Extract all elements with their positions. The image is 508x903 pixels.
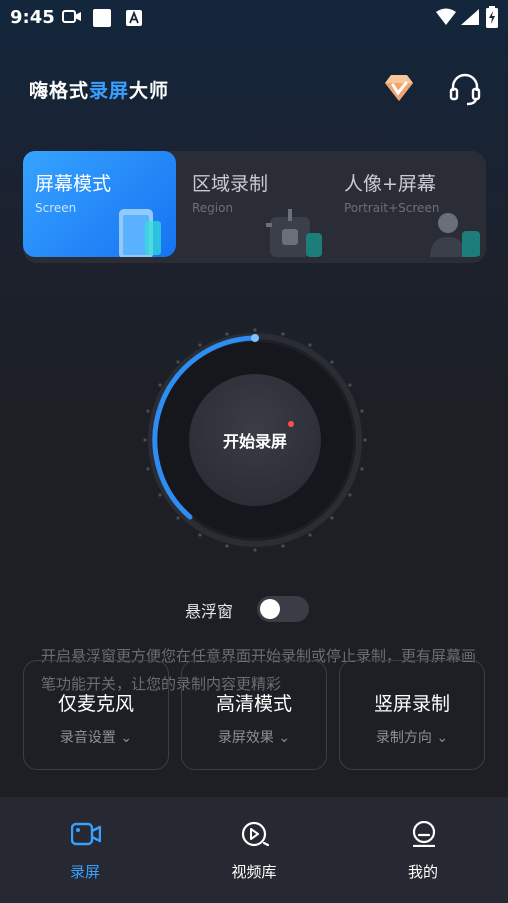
record-label: 开始录屏	[222, 432, 287, 451]
option-subtitle: 录制方向 ⌄	[375, 730, 449, 746]
nav-label: 视频库	[231, 863, 277, 881]
nav-label: 录屏	[69, 863, 100, 881]
chevron-down-icon: ⌄	[278, 730, 291, 746]
status-time: 9:45	[10, 7, 55, 28]
mode-portrait-screen[interactable]: 人像+屏幕 Portrait+Screen	[332, 151, 486, 257]
signal-icon	[461, 9, 479, 25]
mode-subtitle: Region	[192, 201, 234, 215]
floating-window-toggle[interactable]	[257, 596, 309, 622]
status-bar: 9:45	[0, 0, 508, 34]
bottom-nav: 录屏 视频库 我的	[0, 797, 508, 903]
floating-window-label: 悬浮窗	[185, 602, 234, 621]
mode-title: 人像+屏幕	[344, 173, 436, 195]
option-title: 高清模式	[215, 693, 292, 715]
orientation-option[interactable]: 竖屏录制 录制方向 ⌄	[339, 660, 485, 770]
option-subtitle: 录音设置 ⌄	[59, 730, 133, 746]
record-dot	[288, 421, 294, 427]
chevron-down-icon: ⌄	[120, 730, 133, 746]
square-icon	[93, 9, 111, 27]
region-icon	[266, 209, 322, 257]
toggle-knob	[260, 599, 280, 619]
option-title: 仅麦克风	[57, 693, 134, 715]
quality-option[interactable]: 高清模式 录屏效果 ⌄	[181, 660, 327, 770]
nav-record[interactable]: 录屏	[25, 797, 145, 903]
mode-subtitle: Screen	[35, 201, 77, 215]
mode-screen[interactable]: 屏幕模式 Screen	[23, 151, 176, 257]
video-camera-icon	[71, 822, 101, 846]
play-circle-icon	[241, 821, 270, 847]
chevron-down-icon: ⌄	[436, 730, 449, 746]
mode-subtitle: Portrait+Screen	[344, 201, 440, 215]
vip-button[interactable]	[381, 72, 417, 104]
a-icon	[126, 10, 142, 26]
option-title: 竖屏录制	[373, 693, 450, 715]
mode-title: 区域录制	[192, 173, 269, 195]
profile-icon	[412, 821, 436, 847]
video-icon	[62, 10, 81, 23]
start-record-button[interactable]: 开始录屏	[189, 374, 321, 506]
portrait-icon	[430, 213, 480, 257]
wifi-icon	[436, 8, 456, 25]
battery-charging-icon	[486, 6, 498, 28]
nav-video-library[interactable]: 视频库	[194, 797, 314, 903]
mic-option[interactable]: 仅麦克风 录音设置 ⌄	[23, 660, 169, 770]
nav-profile[interactable]: 我的	[363, 797, 483, 903]
option-subtitle: 录屏效果 ⌄	[217, 730, 291, 746]
nav-label: 我的	[407, 863, 438, 881]
diamond-icon	[385, 75, 413, 101]
phone-icon	[119, 209, 161, 257]
headset-icon	[449, 73, 481, 106]
mode-region[interactable]: 区域录制 Region	[180, 151, 330, 257]
mode-title: 屏幕模式	[35, 173, 112, 195]
customer-service-button[interactable]	[447, 71, 483, 107]
app-title: 嗨格式录屏大师	[29, 80, 170, 102]
mode-selector: 屏幕模式 Screen 区域录制 Region 人像+屏幕 Portrait+S…	[23, 151, 486, 263]
